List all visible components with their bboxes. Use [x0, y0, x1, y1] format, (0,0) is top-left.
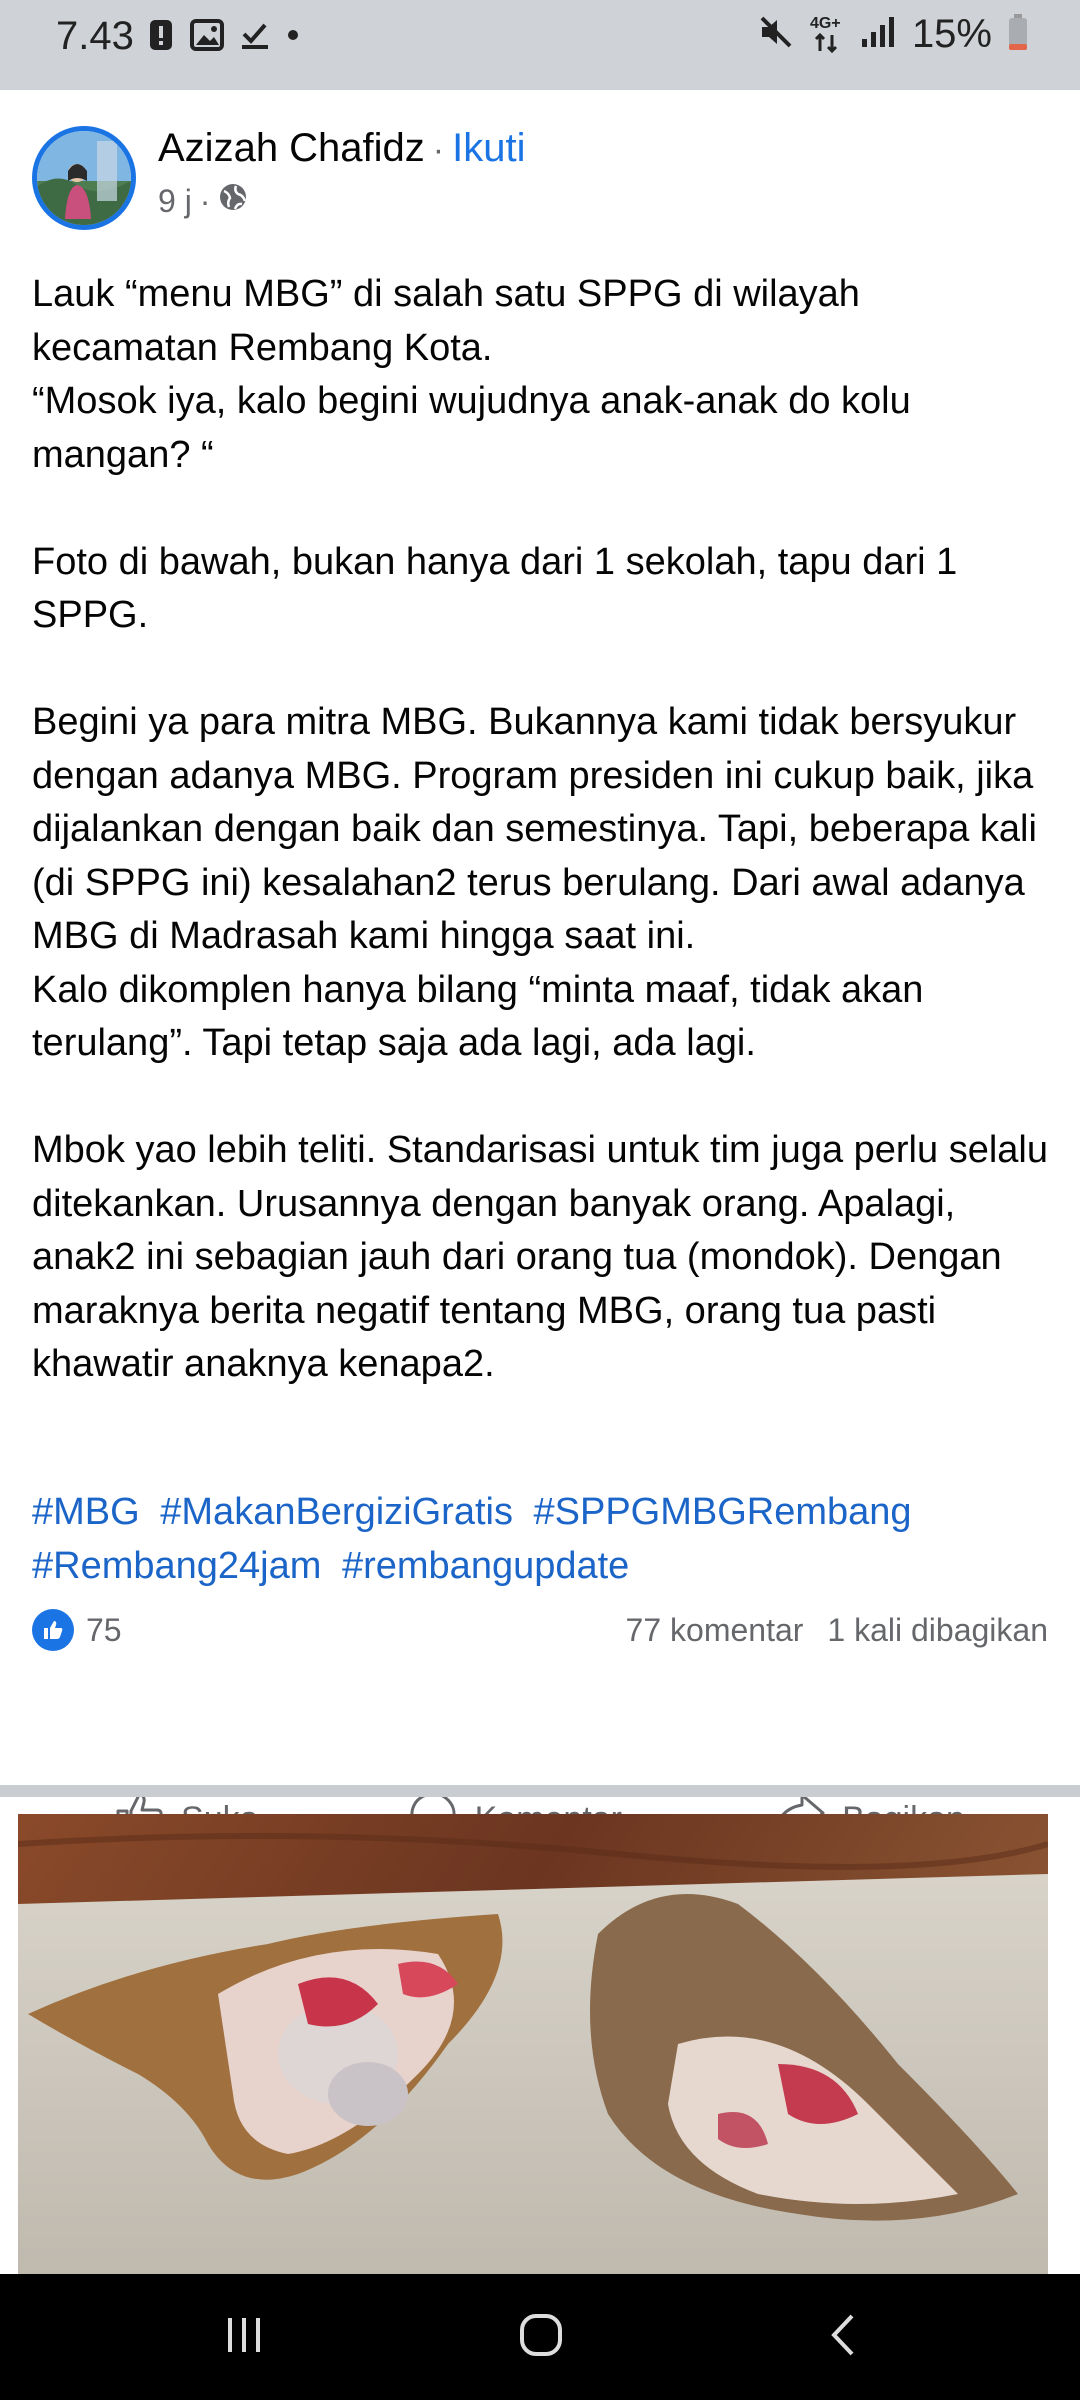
- author-separator: ·: [432, 131, 445, 169]
- system-nav-bar: [0, 2274, 1080, 2400]
- post-photo[interactable]: [18, 1814, 1048, 2274]
- share-count[interactable]: 1 kali dibagikan: [827, 1612, 1048, 1649]
- battery-icon: [1008, 13, 1028, 56]
- back-icon[interactable]: [826, 2312, 862, 2363]
- reaction-summary: 75 77 komentar 1 kali dibagikan: [32, 1606, 1048, 1654]
- image-icon: [190, 19, 224, 56]
- hashtag-link[interactable]: #MBG: [32, 1491, 140, 1533]
- post-paragraph: Lauk “menu MBG” di salah satu SPPG di wi…: [32, 273, 911, 476]
- food-photo-image: [18, 1814, 1048, 2274]
- alert-icon: [148, 18, 174, 57]
- post-time[interactable]: 9 j: [158, 183, 192, 220]
- post-paragraph: Foto di bawah, bukan hanya dari 1 sekola…: [32, 540, 958, 637]
- network-icon: 4G+: [810, 15, 844, 55]
- comment-count[interactable]: 77 komentar: [626, 1612, 804, 1649]
- globe-icon: [218, 182, 248, 220]
- dot-icon: [286, 28, 300, 47]
- section-divider: [0, 1785, 1080, 1797]
- home-icon[interactable]: [518, 2312, 564, 2363]
- post-paragraph: Mbok yao lebih teliti. Standarisasi untu…: [32, 1129, 1048, 1385]
- hashtag-link[interactable]: #Rembang24jam: [32, 1545, 321, 1587]
- battery-percent: 15%: [911, 12, 992, 56]
- recent-apps-icon[interactable]: [222, 2312, 266, 2361]
- engagement-stats: 77 komentar 1 kali dibagikan: [626, 1612, 1048, 1649]
- post-body: Lauk “menu MBG” di salah satu SPPG di wi…: [32, 268, 1052, 1392]
- hashtag-link[interactable]: #SPPGMBGRembang: [534, 1491, 912, 1533]
- meta-separator: ·: [199, 182, 211, 219]
- mute-icon: [758, 14, 794, 55]
- hashtags: #MBG #MakanBergiziGratis #SPPGMBGRembang…: [32, 1486, 1052, 1593]
- status-bar: 7.43 4G+ 15%: [0, 0, 1080, 90]
- author-name[interactable]: Azizah Chafidz: [158, 126, 425, 171]
- status-time: 7.43: [56, 14, 134, 58]
- signal-icon: [860, 15, 896, 54]
- reaction-count[interactable]: 75: [86, 1612, 122, 1649]
- notification-icons: [148, 18, 300, 57]
- check-icon: [240, 20, 270, 55]
- post-paragraph: Begini ya para mitra MBG. Bukannya kami …: [32, 701, 1037, 1064]
- author-line: Azizah Chafidz · Ikuti: [158, 126, 525, 171]
- follow-button[interactable]: Ikuti: [452, 126, 525, 171]
- avatar[interactable]: [32, 126, 136, 230]
- hashtag-link[interactable]: #rembangupdate: [342, 1545, 629, 1587]
- status-right: 4G+ 15%: [758, 12, 1028, 57]
- avatar-photo-icon: [37, 131, 131, 225]
- hashtag-link[interactable]: #MakanBergiziGratis: [160, 1491, 513, 1533]
- like-reaction-icon[interactable]: [32, 1609, 74, 1651]
- post-meta: 9 j ·: [158, 182, 248, 220]
